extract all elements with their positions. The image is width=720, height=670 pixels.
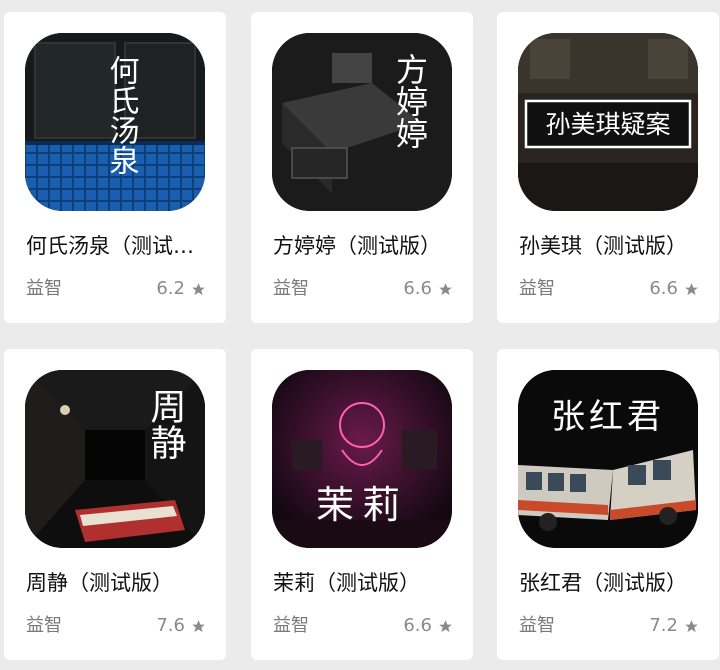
game-title[interactable]: 方婷婷（测试版） xyxy=(273,231,459,261)
game-title[interactable]: 孙美琪（测试版） xyxy=(519,231,705,261)
corridor-scene-artwork: 周静 xyxy=(25,370,205,548)
rating-value: 7.2 xyxy=(649,615,678,636)
fang-ting-ting-game-icon[interactable]: 方婷婷 xyxy=(272,33,452,211)
game-title[interactable]: 周静（测试版） xyxy=(26,568,212,598)
icon-title-text: 孙美琪疑案 xyxy=(545,110,670,139)
icon-title-text: 方婷婷 xyxy=(391,53,429,149)
he-shi-tang-quan-game-icon[interactable]: 何氏汤泉 xyxy=(25,33,205,211)
game-card-sun-mei-qi[interactable]: 孙美琪疑案 孙美琪（测试版） 益智 6.6 xyxy=(497,12,719,323)
game-card-he-shi-tang-quan[interactable]: 何氏汤泉 何氏汤泉（测试版） 益智 6.2 xyxy=(4,12,226,323)
sun-mei-qi-game-icon[interactable]: 孙美琪疑案 xyxy=(518,33,698,211)
pool-scene-artwork: 何氏汤泉 xyxy=(25,33,205,211)
zhang-hong-jun-game-icon[interactable]: 张红君 xyxy=(518,370,698,548)
game-category: 益智 xyxy=(519,615,555,636)
game-category: 益智 xyxy=(26,278,62,299)
icon-title-text: 张红君 xyxy=(551,397,665,437)
room-scene-artwork: 孙美琪疑案 xyxy=(518,33,698,211)
star-icon xyxy=(685,619,698,632)
star-icon xyxy=(439,619,452,632)
game-grid: 何氏汤泉 何氏汤泉（测试版） 益智 6.2 方婷婷 方婷婷（测试版） 益智 6.… xyxy=(0,0,720,670)
game-rating: 6.6 xyxy=(403,276,453,302)
mo-li-game-icon[interactable]: 茉莉 xyxy=(272,370,452,548)
star-icon xyxy=(192,282,205,295)
bus-crash-artwork: 张红君 xyxy=(518,370,698,548)
game-card-fang-ting-ting[interactable]: 方婷婷 方婷婷（测试版） 益智 6.6 xyxy=(251,12,473,323)
game-card-zhou-jing[interactable]: 周静 周静（测试版） 益智 7.6 xyxy=(4,349,226,660)
game-category: 益智 xyxy=(273,615,309,636)
game-rating: 6.2 xyxy=(156,276,206,302)
icon-title-text: 何氏汤泉 xyxy=(104,55,139,175)
game-rating: 7.2 xyxy=(649,613,699,639)
rating-value: 6.6 xyxy=(403,278,432,299)
rating-value: 7.6 xyxy=(156,615,185,636)
game-rating: 6.6 xyxy=(403,613,453,639)
game-category: 益智 xyxy=(519,278,555,299)
rating-value: 6.6 xyxy=(649,278,678,299)
rating-value: 6.6 xyxy=(403,615,432,636)
game-title[interactable]: 茉莉（测试版） xyxy=(273,568,459,598)
star-icon xyxy=(192,619,205,632)
star-icon xyxy=(685,282,698,295)
game-rating: 7.6 xyxy=(156,613,206,639)
icon-title-text: 周静 xyxy=(145,388,186,460)
star-icon xyxy=(439,282,452,295)
game-category: 益智 xyxy=(26,615,62,636)
game-title[interactable]: 张红君（测试版） xyxy=(519,568,705,598)
game-title[interactable]: 何氏汤泉（测试版） xyxy=(26,231,212,261)
neon-stage-artwork: 茉莉 xyxy=(272,370,452,548)
icon-title-text: 茉莉 xyxy=(316,483,408,527)
game-card-mo-li[interactable]: 茉莉 茉莉（测试版） 益智 6.6 xyxy=(251,349,473,660)
rating-value: 6.2 xyxy=(156,278,185,299)
zhou-jing-game-icon[interactable]: 周静 xyxy=(25,370,205,548)
game-category: 益智 xyxy=(273,278,309,299)
game-card-zhang-hong-jun[interactable]: 张红君 张红君（测试版） 益智 7.2 xyxy=(497,349,719,660)
game-rating: 6.6 xyxy=(649,276,699,302)
kitchen-scene-artwork: 方婷婷 xyxy=(272,33,452,211)
